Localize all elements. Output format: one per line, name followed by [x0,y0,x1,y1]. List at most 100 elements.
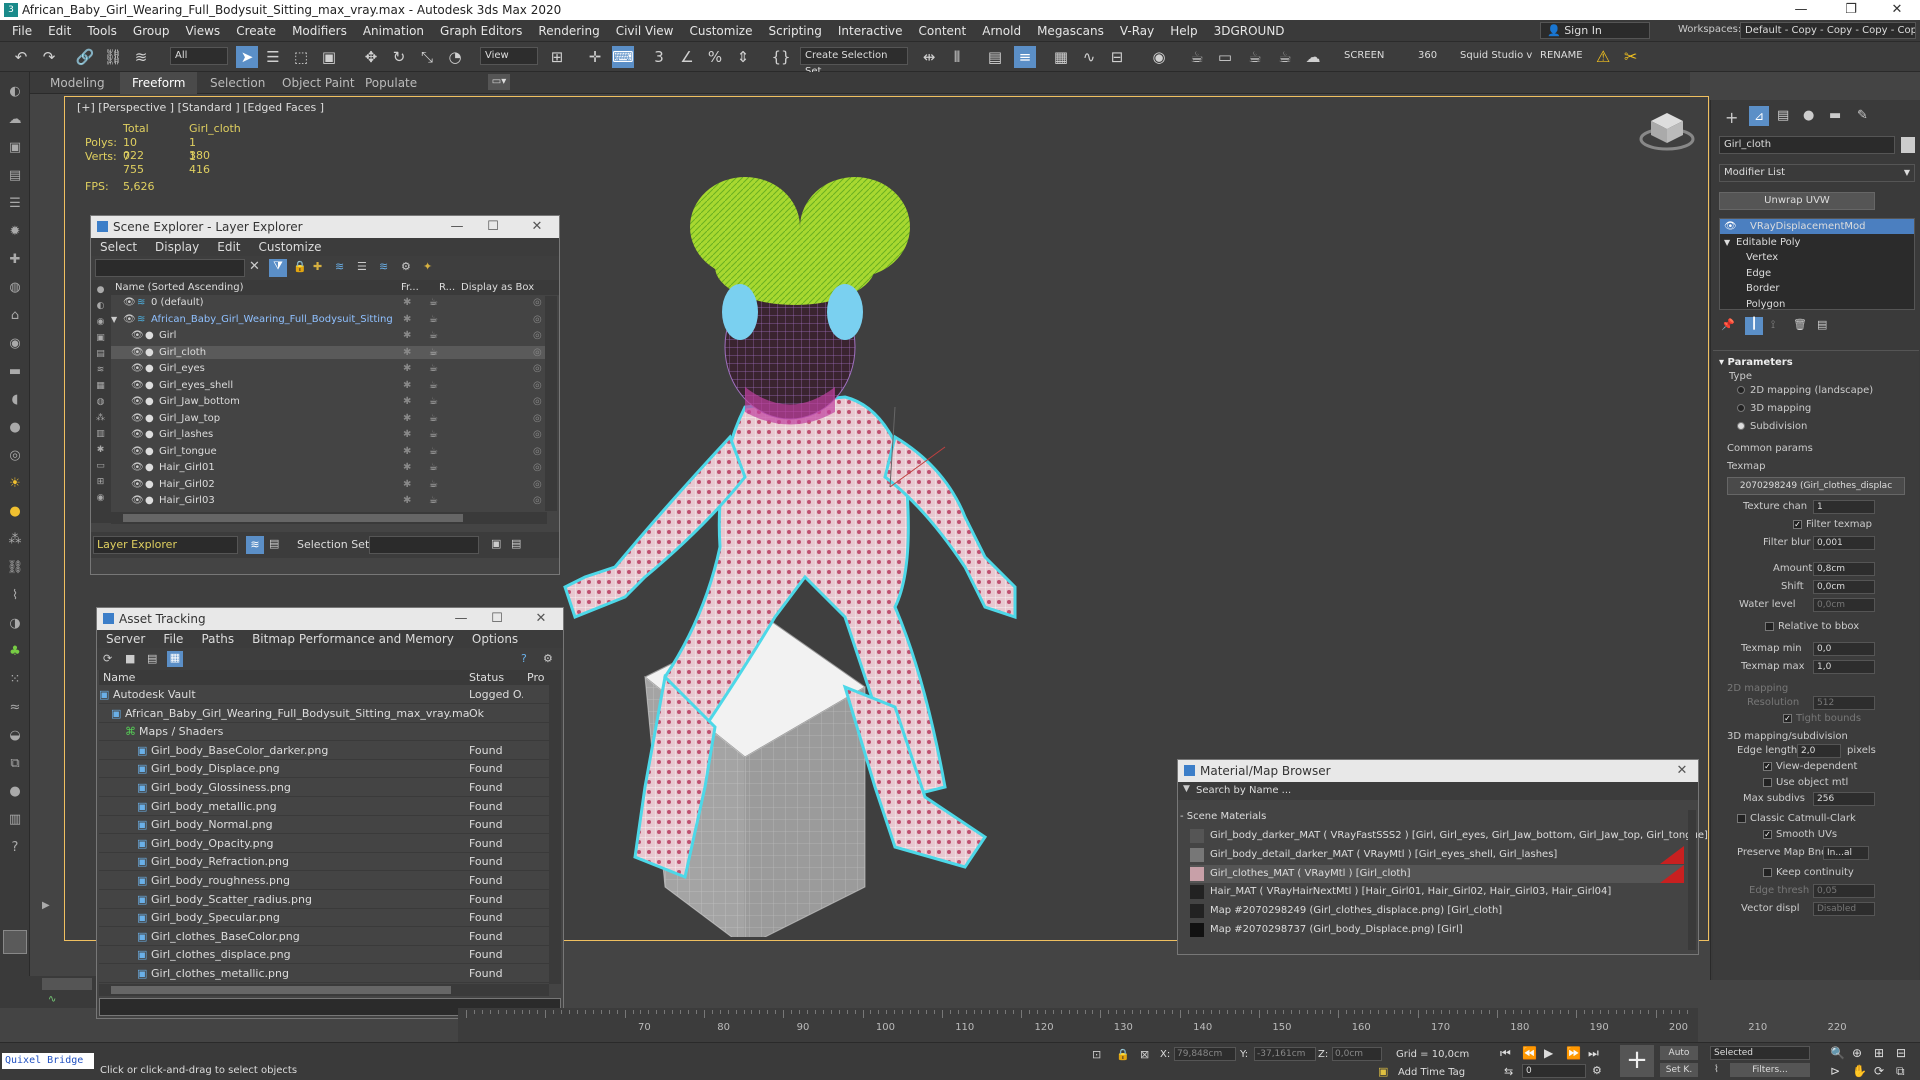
torus-icon[interactable]: ◎ [5,446,25,466]
key-tangent-icon[interactable]: ⌇ [1714,1064,1719,1075]
visibility-icon[interactable]: 👁 [131,445,144,458]
layer-row[interactable]: 👁 ● Girl_eyes_shell ✱ ☕ ◎ [111,379,547,392]
mb-search-input[interactable]: Search by Name ... [1194,783,1692,799]
render-production-icon[interactable]: ☕ [1244,46,1266,68]
filter-groups-icon[interactable]: ▦ [94,380,107,393]
layer-stack-icon[interactable]: ≋ [379,260,388,273]
layer-row[interactable]: 👁 ≋ 0 (default) ✱ ☕ ◎ [111,296,547,309]
visibility-icon[interactable]: 👁 [131,428,144,441]
visibility-icon[interactable]: 👁 [131,362,144,375]
object-mode-icon[interactable]: ▤ [269,537,279,550]
key-mode-icon[interactable]: ⇆ [1504,1065,1513,1078]
window-crossing-icon[interactable]: ▣ [318,46,340,68]
layer-row[interactable]: ▼ 👁 ≋ African_Baby_Girl_Wearing_Full_Bodysu… [111,313,547,326]
named-selection-dropdown[interactable]: Create Selection Set [800,47,908,77]
menu-arnold[interactable]: Arnold [974,20,1029,42]
hierarchy-tab-icon[interactable]: ▤ [1777,108,1789,123]
radio-subdivision[interactable]: Subdivision [1737,421,1807,432]
se-maximize-button[interactable]: ☐ [475,216,511,238]
modifier-stack-item[interactable]: Vertex [1720,250,1914,265]
render-icon[interactable]: ☕ [429,395,438,408]
go-to-end-icon[interactable]: ⏭ [1588,1046,1599,1061]
material-row[interactable]: Map #2070298737 (Girl_body_Displace.png)… [1190,921,1684,939]
render-icon[interactable]: ☕ [429,329,438,342]
edge-thresh-spinner[interactable]: 0,05 [1813,884,1875,898]
redo-icon[interactable]: ↷ [38,46,60,68]
freeze-icon[interactable]: ✱ [403,478,411,491]
set-key-icon[interactable]: + [1620,1045,1654,1077]
zoom-icon[interactable]: 🔍 [1830,1046,1845,1060]
preserve-map-dropdown[interactable]: In...al [1823,846,1869,860]
object-name-field[interactable]: Girl_cloth [1719,136,1895,154]
placement-icon[interactable]: ◔ [444,46,466,68]
layer-mode-icon[interactable]: ≋ [246,536,264,554]
asset-row[interactable]: ▣Autodesk Vault Logged O... [99,686,549,704]
rotate-icon[interactable]: ↻ [388,46,410,68]
zoom-extents-all-icon[interactable]: ⊟ [1896,1046,1906,1060]
material-row[interactable]: Girl_body_darker_MAT ( VRayFastSSS2 ) [G… [1190,827,1708,845]
at-help-icon[interactable]: ? [521,652,527,665]
se-menu-customize[interactable]: Customize [250,238,331,256]
help-icon[interactable]: ? [5,838,25,858]
mb-scrollbar[interactable] [1688,810,1696,950]
create-tab-icon[interactable]: + [1725,108,1738,127]
menu-tools[interactable]: Tools [79,20,125,42]
align-icon[interactable]: ⫴ [946,46,968,68]
schematic-view-icon[interactable]: ⊟ [1106,46,1128,68]
viewport-layout-icon[interactable] [3,930,27,954]
amount-spinner[interactable]: 0,8cm [1813,562,1875,576]
freeze-icon[interactable]: ✱ [403,296,411,309]
menu-animation[interactable]: Animation [355,20,432,42]
select-object-icon[interactable]: ➤ [236,46,258,68]
asset-row[interactable]: ▣ Girl_clothes_metallic.png Found [99,965,549,983]
se-close-button[interactable]: ✕ [519,216,555,238]
filter-lights-icon[interactable]: ◉ [94,316,107,329]
render-setup-icon[interactable]: ☕ [1186,46,1208,68]
menu-scripting[interactable]: Scripting [760,20,829,42]
warning-icon[interactable]: ⚠ [1596,47,1610,66]
at-col-name[interactable]: Name [103,670,135,685]
layer-row[interactable]: 👁 ● Girl ✱ ☕ ◎ [111,329,547,342]
render-icon[interactable]: ☕ [429,362,438,375]
display-box-icon[interactable]: ◎ [533,329,542,342]
helper-icon[interactable]: ✚ [5,250,25,270]
orbit-icon[interactable]: ⟳ [1874,1064,1884,1078]
omni-light-icon[interactable]: ● [5,502,25,522]
display-box-icon[interactable]: ◎ [533,346,542,359]
expand-icon[interactable]: ▼ [1724,235,1730,250]
motion-tab-icon[interactable]: ● [1803,108,1814,123]
ribbon-tab-selection[interactable]: Selection [198,72,277,94]
previous-frame-icon[interactable]: ⏪ [1522,1046,1537,1060]
sphere-icon[interactable]: ● [5,418,25,438]
move-icon[interactable]: ✥ [360,46,382,68]
freeze-icon[interactable]: ✱ [403,329,411,342]
snaps-toggle-icon[interactable]: 3 [648,46,670,68]
refresh-icon[interactable]: ⟳ [103,652,112,665]
edit-named-selection-icon[interactable]: {} [770,46,792,68]
scale-icon[interactable]: ⤡ [416,46,438,68]
set-key-button[interactable]: Set K. [1660,1063,1698,1077]
shape-icon[interactable]: ◖ [5,390,25,410]
display-box-icon[interactable]: ◎ [533,478,542,491]
menu-help[interactable]: Help [1162,20,1205,42]
display-box-icon[interactable]: ◎ [533,362,542,375]
filter-spacewarps-icon[interactable]: ≋ [94,364,107,377]
edit-selection-icon[interactable]: ▤ [511,537,521,550]
asset-row[interactable]: ▣ Girl_body_Glossiness.png Found [99,779,549,797]
box-icon[interactable]: ▬ [5,362,25,382]
material-row[interactable]: Girl_body_detail_darker_MAT ( VRayMtl ) … [1190,845,1684,864]
show-end-result-icon[interactable]: ┃ [1745,317,1763,335]
bind-space-warp-icon[interactable]: ≋ [130,46,152,68]
reference-coordinate-dropdown[interactable]: View [480,47,538,65]
material-row[interactable]: Map #2070298249 (Girl_clothes_displace.p… [1190,902,1684,920]
document-icon[interactable]: ▤ [5,166,25,186]
sun-icon[interactable]: ☀ [5,474,25,494]
layer-row[interactable]: 👁 ● Hair_Girl01 ✱ ☕ ◎ [111,461,547,474]
toggle-layer-explorer-icon[interactable]: ≡ [1014,46,1036,68]
keep-continuity-checkbox[interactable]: Keep continuity [1763,867,1854,878]
select-manipulate-icon[interactable]: ✛ [584,46,606,68]
menu-v-ray[interactable]: V-Ray [1112,20,1162,42]
material-editor-icon[interactable]: ◉ [1148,46,1170,68]
percent-snap-icon[interactable]: % [704,46,726,68]
se-vertical-scrollbar[interactable] [545,296,557,511]
